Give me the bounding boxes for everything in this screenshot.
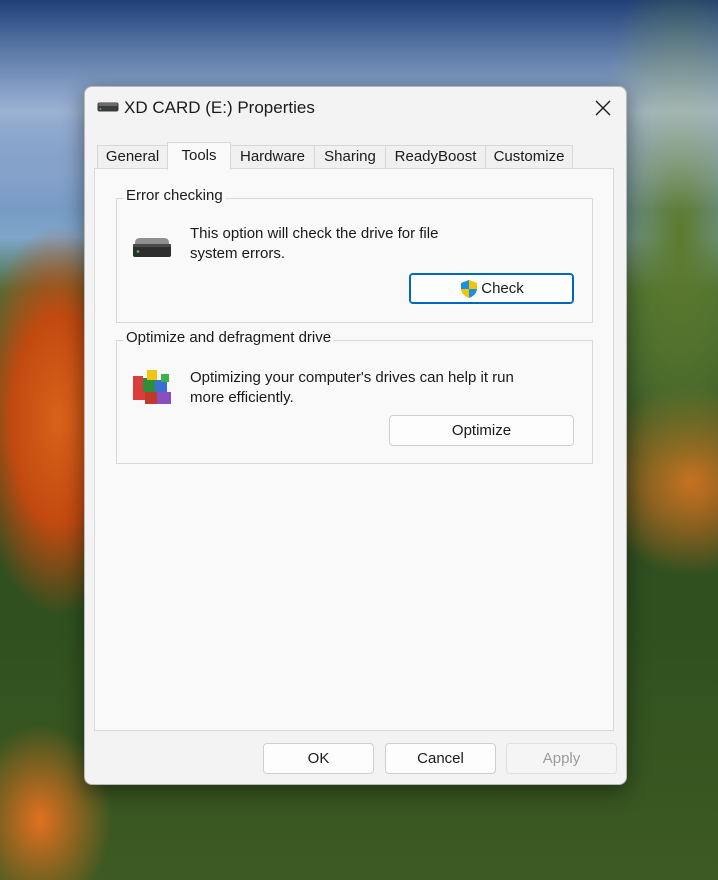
error-checking-description: This option will check the drive for fil… xyxy=(190,224,438,264)
check-button[interactable]: Check xyxy=(409,273,574,304)
close-button[interactable] xyxy=(580,87,626,129)
optimize-button-label: Optimize xyxy=(451,422,512,439)
tab-hardware[interactable]: Hardware xyxy=(230,145,315,168)
properties-dialog: XD CARD (E:) Properties Error checking T… xyxy=(84,86,627,785)
apply-button[interactable]: Apply xyxy=(506,743,617,774)
optimize-description: Optimizing your computer's drives can he… xyxy=(190,368,514,408)
uac-shield-icon xyxy=(461,279,478,298)
error-checking-group: Error checking This option will check th… xyxy=(116,187,593,323)
optimize-description-line1: Optimizing your computer's drives can he… xyxy=(190,369,514,386)
tab-general[interactable]: General xyxy=(97,145,168,168)
window-title: XD CARD (E:) Properties xyxy=(124,98,315,117)
drive-icon xyxy=(97,102,119,112)
title-bar[interactable]: XD CARD (E:) Properties xyxy=(85,87,626,129)
tab-tools[interactable]: Tools xyxy=(167,142,231,170)
ok-button-label: OK xyxy=(307,750,330,767)
optimize-description-line2: more efficiently. xyxy=(190,389,294,406)
tab-readyboost[interactable]: ReadyBoost xyxy=(385,145,486,168)
apply-button-label: Apply xyxy=(542,750,581,767)
error-checking-title: Error checking xyxy=(123,187,226,204)
optimize-button[interactable]: Optimize xyxy=(389,415,574,446)
check-button-label: Check xyxy=(481,280,524,297)
error-checking-description-line2: system errors. xyxy=(190,245,286,262)
cancel-button-label: Cancel xyxy=(417,750,464,767)
drive-icon xyxy=(133,238,171,257)
error-checking-description-line1: This option will check the drive for fil… xyxy=(190,225,439,242)
defrag-icon xyxy=(133,370,171,404)
optimize-group: Optimize and defragment drive Optimizing… xyxy=(116,329,593,464)
cancel-button[interactable]: Cancel xyxy=(385,743,496,774)
close-icon xyxy=(595,100,611,116)
tools-tab-panel: Error checking This option will check th… xyxy=(94,168,614,731)
tab-customize[interactable]: Customize xyxy=(485,145,573,168)
tab-sharing[interactable]: Sharing xyxy=(314,145,386,168)
optimize-title: Optimize and defragment drive xyxy=(123,329,335,346)
ok-button[interactable]: OK xyxy=(263,743,374,774)
